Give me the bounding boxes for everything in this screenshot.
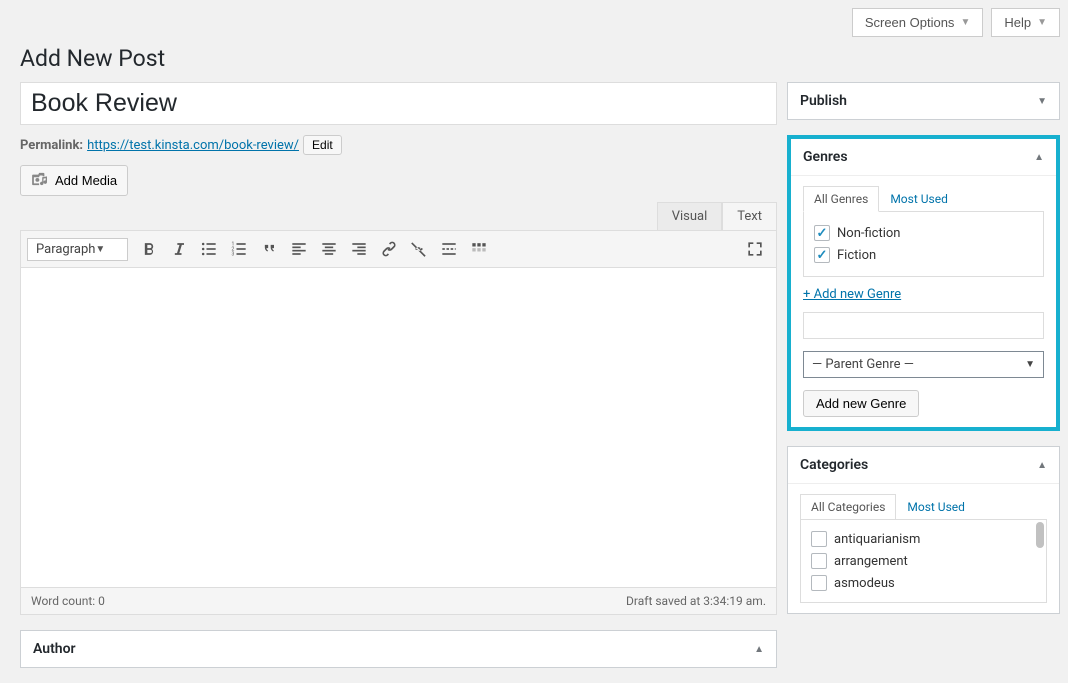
add-media-label: Add Media <box>55 173 117 188</box>
genres-postbox: Genres ▲ All Genres Most Used Non-fictio… <box>787 135 1060 431</box>
category-item[interactable]: asmodeus <box>811 572 1036 594</box>
toolbar-toggle-button[interactable] <box>464 234 494 264</box>
permalink-label: Permalink: <box>20 138 83 153</box>
add-new-genre-button[interactable]: Add new Genre <box>803 390 919 417</box>
screen-options-button[interactable]: Screen Options ▼ <box>852 8 984 37</box>
new-genre-input[interactable] <box>803 312 1044 339</box>
align-right-button[interactable] <box>344 234 374 264</box>
add-media-button[interactable]: Add Media <box>20 165 128 196</box>
blockquote-button[interactable] <box>254 234 284 264</box>
chevron-down-icon: ▼ <box>960 17 970 28</box>
category-item[interactable]: antiquarianism <box>811 528 1036 550</box>
chevron-down-icon: ▼ <box>95 244 105 255</box>
editor-toolbar: Paragraph ▼ 123 <box>20 230 777 268</box>
checkbox-icon[interactable] <box>811 531 827 547</box>
chevron-up-icon: ▲ <box>1037 460 1047 471</box>
chevron-up-icon: ▲ <box>754 644 764 655</box>
page-title: Add New Post <box>20 45 1068 72</box>
format-select-label: Paragraph <box>36 242 95 257</box>
genres-postbox-title: Genres <box>803 149 848 165</box>
fullscreen-button[interactable] <box>740 234 770 264</box>
author-postbox-title: Author <box>33 641 76 657</box>
draft-saved-label: Draft saved at 3:34:19 am. <box>626 594 766 608</box>
categories-postbox-title: Categories <box>800 457 868 473</box>
genre-label: Fiction <box>837 248 876 263</box>
align-left-button[interactable] <box>284 234 314 264</box>
publish-postbox: Publish ▼ <box>787 82 1060 120</box>
publish-postbox-header[interactable]: Publish ▼ <box>788 83 1059 119</box>
categories-postbox-header[interactable]: Categories ▲ <box>788 447 1059 484</box>
ul-button[interactable] <box>194 234 224 264</box>
chevron-down-icon: ▼ <box>1037 17 1047 28</box>
permalink-edit-button[interactable]: Edit <box>303 135 342 155</box>
checkbox-checked-icon[interactable] <box>814 247 830 263</box>
tab-most-used-genres[interactable]: Most Used <box>879 186 959 212</box>
chevron-up-icon: ▲ <box>1034 152 1044 163</box>
checkbox-checked-icon[interactable] <box>814 225 830 241</box>
author-postbox: Author ▲ <box>20 630 777 668</box>
categories-checklist: antiquarianism arrangement asmodeus <box>800 519 1047 603</box>
italic-button[interactable] <box>164 234 194 264</box>
category-label: arrangement <box>834 554 908 569</box>
tab-visual[interactable]: Visual <box>657 202 723 230</box>
screen-options-label: Screen Options <box>865 15 955 30</box>
tab-all-categories[interactable]: All Categories <box>800 494 896 520</box>
format-select[interactable]: Paragraph ▼ <box>27 238 128 261</box>
genre-item[interactable]: Fiction <box>814 244 1033 266</box>
parent-genre-label: — Parent Genre — <box>812 357 914 372</box>
link-button[interactable] <box>374 234 404 264</box>
help-button[interactable]: Help ▼ <box>991 8 1060 37</box>
svg-text:3: 3 <box>232 252 235 258</box>
category-item[interactable]: arrangement <box>811 550 1036 572</box>
genre-label: Non-fiction <box>837 226 900 241</box>
genres-postbox-header[interactable]: Genres ▲ <box>791 139 1056 176</box>
tab-text[interactable]: Text <box>722 202 777 230</box>
category-label: asmodeus <box>834 576 895 591</box>
ol-button[interactable]: 123 <box>224 234 254 264</box>
permalink-url[interactable]: https://test.kinsta.com/book-review/ <box>87 138 299 153</box>
bold-button[interactable] <box>134 234 164 264</box>
author-postbox-header[interactable]: Author ▲ <box>21 631 776 667</box>
chevron-down-icon: ▼ <box>1037 96 1047 107</box>
genres-checklist: Non-fiction Fiction <box>803 211 1044 277</box>
tab-most-used-categories[interactable]: Most Used <box>896 494 976 520</box>
camera-music-icon <box>31 172 49 189</box>
chevron-down-icon: ▼ <box>1025 359 1035 370</box>
parent-genre-select[interactable]: — Parent Genre — ▼ <box>803 351 1044 378</box>
scrollbar-thumb[interactable] <box>1036 522 1044 548</box>
categories-postbox: Categories ▲ All Categories Most Used an… <box>787 446 1060 614</box>
tab-all-genres[interactable]: All Genres <box>803 186 879 212</box>
help-label: Help <box>1004 15 1031 30</box>
publish-postbox-title: Publish <box>800 93 847 109</box>
checkbox-icon[interactable] <box>811 553 827 569</box>
editor-textarea[interactable] <box>20 268 777 588</box>
word-count-label: Word count: 0 <box>31 594 105 608</box>
genre-item[interactable]: Non-fiction <box>814 222 1033 244</box>
add-new-genre-link[interactable]: + Add new Genre <box>803 287 901 302</box>
post-title-input[interactable] <box>20 82 777 125</box>
checkbox-icon[interactable] <box>811 575 827 591</box>
unlink-button[interactable] <box>404 234 434 264</box>
readmore-button[interactable] <box>434 234 464 264</box>
category-label: antiquarianism <box>834 532 920 547</box>
align-center-button[interactable] <box>314 234 344 264</box>
